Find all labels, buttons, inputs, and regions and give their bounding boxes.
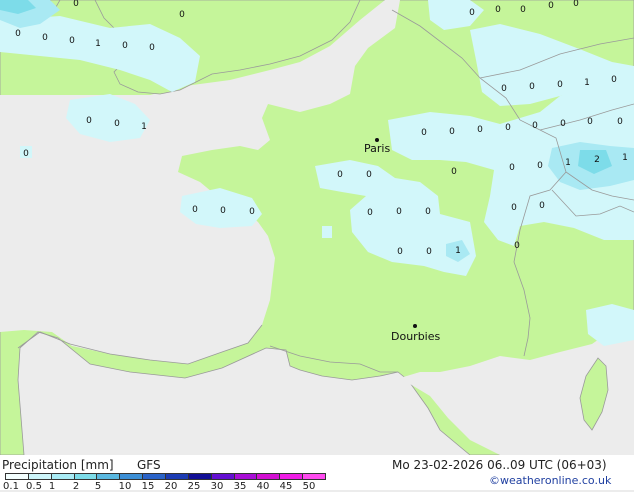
precip-value: 0 (367, 208, 373, 218)
scale-swatch (233, 473, 258, 480)
scale-swatch (187, 473, 212, 480)
precip-value: 1 (95, 39, 101, 49)
scale-tick: 10 (118, 481, 132, 492)
scale-swatch (73, 473, 98, 480)
precip-value: 0 (86, 116, 92, 126)
precip-value: 0 (366, 170, 372, 180)
scale-swatch (256, 473, 281, 480)
scale-swatch (5, 473, 29, 480)
precip-value: 1 (622, 153, 628, 163)
model-name: GFS (137, 458, 161, 472)
precip-value: 0 (149, 43, 155, 53)
precip-value: 0 (114, 119, 120, 129)
precip-value: 0 (587, 117, 593, 127)
precip-value: 1 (455, 246, 461, 256)
scale-tick: 35 (233, 481, 247, 492)
precip-value: 0 (477, 125, 483, 135)
scale-tick: 2 (72, 481, 80, 492)
scale-swatch (119, 473, 144, 480)
precip-value: 0 (495, 5, 501, 15)
precip-value: 0 (611, 75, 617, 85)
precip-value: 0 (539, 201, 545, 211)
precip-value: 1 (565, 158, 571, 168)
precip-value: 0 (573, 0, 579, 9)
color-scale (5, 473, 326, 480)
scale-tick: 0.5 (26, 481, 42, 492)
precip-value: 0 (426, 247, 432, 257)
precip-value: 0 (449, 127, 455, 137)
precip-value: 0 (557, 80, 563, 90)
precip-value: 0 (15, 29, 21, 39)
precip-value: 0 (532, 121, 538, 131)
scale-tick: 45 (279, 481, 293, 492)
precip-value: 1 (584, 78, 590, 88)
scale-tick: 5 (94, 481, 102, 492)
scale-tick: 40 (256, 481, 270, 492)
precip-value: 0 (396, 207, 402, 217)
precip-value: 0 (179, 10, 185, 20)
precip-value: 0 (73, 0, 79, 9)
precip-value: 2 (594, 155, 600, 165)
scale-swatch (50, 473, 75, 480)
precip-value: 0 (537, 161, 543, 171)
precip-value: 0 (23, 149, 29, 159)
scale-tick: 1 (48, 481, 56, 492)
precip-value: 0 (529, 82, 535, 92)
precip-value: 0 (451, 167, 457, 177)
precip-value: 0 (421, 128, 427, 138)
scale-swatch (279, 473, 304, 480)
precip-value: 0 (122, 41, 128, 51)
scale-tick: 50 (302, 481, 316, 492)
precip-value: 1 (141, 122, 147, 132)
scale-swatch (302, 473, 326, 480)
forecast-datetime: Mo 23-02-2026 06..09 UTC (06+03) (392, 458, 607, 472)
city-label-dourbies: Dourbies (391, 330, 441, 343)
precip-value: 0 (511, 203, 517, 213)
precip-value: 0 (548, 1, 554, 11)
scale-swatch (142, 473, 166, 480)
scale-swatch (210, 473, 235, 480)
precip-value: 0 (520, 5, 526, 15)
precip-value: 0 (425, 207, 431, 217)
precip-value: 0 (397, 247, 403, 257)
credit-link[interactable]: ©weatheronline.co.uk (489, 474, 611, 487)
precip-value: 0 (42, 33, 48, 43)
scale-swatch (165, 473, 189, 480)
precip-value: 0 (617, 117, 623, 127)
precip-value: 0 (192, 205, 198, 215)
precip-value: 0 (505, 123, 511, 133)
precip-value: 0 (337, 170, 343, 180)
precipitation-map: Paris Dourbies 0 0 0 1 0 0 0 0 0 0 0 0 0… (0, 0, 634, 455)
scale-tick: 0.1 (3, 481, 19, 492)
legend-title: Precipitation [mm] (2, 458, 114, 472)
precip-value: 0 (249, 207, 255, 217)
city-label-paris: Paris (364, 142, 390, 155)
precip-value: 0 (220, 206, 226, 216)
scale-swatch (96, 473, 121, 480)
precip-value: 0 (501, 84, 507, 94)
precip-value: 0 (560, 119, 566, 129)
scale-tick: 15 (141, 481, 155, 492)
precip-value: 0 (69, 36, 75, 46)
precip-value: 0 (509, 163, 515, 173)
precip-value: 0 (514, 241, 520, 251)
scale-swatch (27, 473, 52, 480)
scale-tick: 20 (164, 481, 178, 492)
precip-value: 0 (469, 8, 475, 18)
scale-tick: 25 (187, 481, 201, 492)
scale-tick: 30 (210, 481, 224, 492)
city-dot-dourbies (413, 324, 417, 328)
